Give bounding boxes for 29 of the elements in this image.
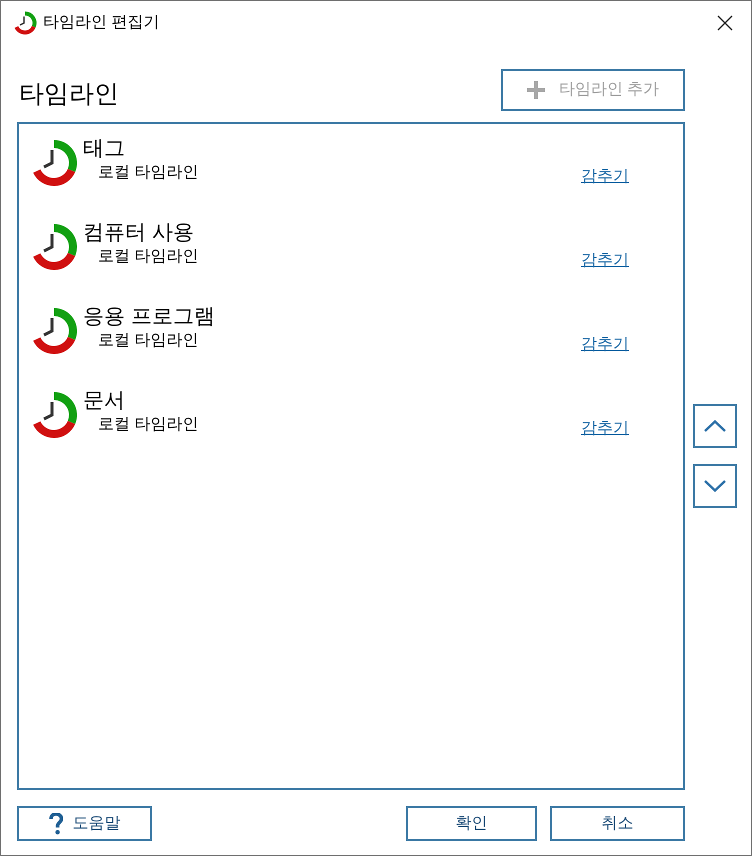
timeline-source: 로컬 타임라인 (98, 415, 198, 435)
section-heading: 타임라인 (18, 79, 119, 109)
hide-link[interactable]: 감추기 (581, 166, 629, 188)
timeline-name: 태그 (83, 136, 125, 162)
move-down-button[interactable] (693, 464, 737, 508)
hide-link[interactable]: 감추기 (581, 418, 629, 440)
plus-icon (526, 81, 545, 99)
help-button[interactable]: 도움말 (17, 806, 152, 841)
window-title: 타임라인 편집기 (43, 13, 160, 33)
clock-icon (30, 139, 78, 187)
move-up-button[interactable] (693, 404, 737, 448)
cancel-button[interactable]: 취소 (550, 806, 685, 841)
question-mark-icon (48, 812, 62, 834)
timeline-source: 로컬 타임라인 (98, 163, 198, 183)
timeline-name: 문서 (83, 388, 125, 414)
clock-icon (30, 391, 78, 439)
hide-link[interactable]: 감추기 (581, 334, 629, 356)
chevron-up-icon (704, 420, 726, 432)
ok-button[interactable]: 확인 (406, 806, 537, 841)
clock-icon (30, 223, 78, 271)
timeline-name: 컴퓨터 사용 (83, 220, 194, 246)
app-clock-icon (13, 11, 37, 35)
timeline-name: 응용 프로그램 (83, 304, 215, 330)
timeline-source: 로컬 타임라인 (98, 331, 198, 351)
chevron-down-icon (704, 480, 726, 492)
clock-icon (30, 307, 78, 355)
timeline-source: 로컬 타임라인 (98, 247, 198, 267)
close-icon (717, 15, 733, 31)
hide-link[interactable]: 감추기 (581, 250, 629, 272)
